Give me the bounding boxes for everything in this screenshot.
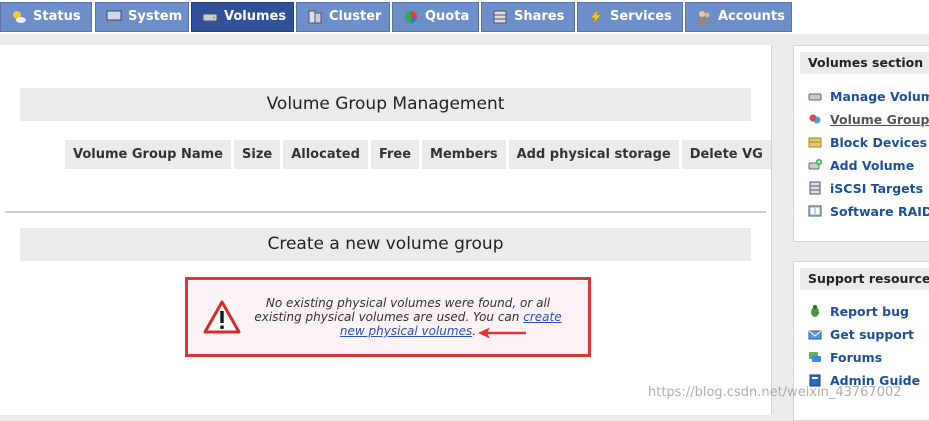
column-header-size: Size bbox=[234, 140, 281, 169]
pie-chart-icon bbox=[403, 9, 419, 25]
tab-volumes[interactable]: Volumes bbox=[191, 2, 294, 32]
tab-shares[interactable]: Shares bbox=[481, 2, 575, 32]
volumes-section-title: Volumes section bbox=[800, 52, 929, 74]
iscsi-icon bbox=[808, 181, 822, 195]
column-header-allocated: Allocated bbox=[283, 140, 368, 169]
sidebar-item-software-raid[interactable]: Software RAID bbox=[808, 202, 929, 220]
monitor-icon bbox=[106, 9, 122, 25]
tab-label: Volumes bbox=[224, 9, 287, 24]
servers-icon bbox=[307, 9, 323, 25]
sidebar-item-label: Add Volume bbox=[830, 157, 915, 173]
sidebar-item-volume-groups[interactable]: Volume Groups bbox=[808, 110, 929, 128]
section-divider bbox=[5, 211, 766, 213]
column-header-members: Members bbox=[422, 140, 506, 169]
column-header-vg-name: Volume Group Name bbox=[65, 140, 231, 169]
sidebar-item-label: Software RAID bbox=[830, 203, 929, 219]
column-header-free: Free bbox=[370, 140, 420, 169]
tab-cluster[interactable]: Cluster bbox=[296, 2, 390, 32]
sidebar-item-label: Block Devices bbox=[830, 134, 928, 150]
watermark-text: https://blog.csdn.net/weixin_43767002 bbox=[648, 385, 902, 400]
create-vg-header: Create a new volume group bbox=[20, 228, 751, 261]
sidebar-item-iscsi-targets[interactable]: iSCSI Targets bbox=[808, 179, 923, 197]
block-device-icon bbox=[808, 135, 822, 149]
sidebar-item-report-bug[interactable]: Report bug bbox=[808, 302, 909, 320]
warning-body: No existing physical volumes were found,… bbox=[254, 296, 551, 324]
tab-label: Accounts bbox=[718, 9, 785, 24]
support-icon bbox=[808, 327, 822, 341]
sidebar-item-manage-volumes[interactable]: Manage Volumes bbox=[808, 87, 929, 105]
raid-icon bbox=[808, 204, 822, 218]
tab-label: Cluster bbox=[329, 9, 382, 24]
lightning-icon bbox=[588, 9, 604, 25]
warning-icon bbox=[203, 300, 241, 334]
tab-quota[interactable]: Quota bbox=[392, 2, 479, 32]
support-resources-title: Support resources bbox=[800, 268, 929, 290]
volume-group-table: Volume Group Name Size Allocated Free Me… bbox=[65, 140, 771, 169]
add-volume-icon bbox=[808, 158, 822, 172]
drive-icon bbox=[808, 89, 822, 103]
volumes-section-panel: Volumes section Manage Volumes Volume Gr… bbox=[793, 45, 929, 242]
main-panel: Volume Group Management Volume Group Nam… bbox=[0, 45, 772, 415]
tab-label: Services bbox=[610, 9, 672, 24]
tab-label: System bbox=[128, 9, 183, 24]
annotation-arrow-icon bbox=[478, 327, 526, 339]
bug-icon bbox=[808, 304, 822, 318]
users-icon bbox=[696, 9, 712, 25]
drive-icon bbox=[202, 9, 218, 25]
cabinet-icon bbox=[492, 9, 508, 25]
sidebar-item-add-volume[interactable]: Add Volume bbox=[808, 156, 914, 174]
sidebar-item-label: Volume Groups bbox=[830, 111, 929, 127]
sidebar-item-label: Manage Volumes bbox=[830, 88, 929, 104]
sidebar-item-label: Forums bbox=[830, 349, 883, 365]
forum-icon bbox=[808, 350, 822, 364]
tab-status[interactable]: Status bbox=[0, 2, 92, 32]
top-nav-bar: Status System Volumes Cluster Quota Shar… bbox=[0, 0, 929, 34]
sidebar-item-label: iSCSI Targets bbox=[830, 180, 924, 196]
column-header-add-storage: Add physical storage bbox=[508, 140, 679, 169]
warning-message: No existing physical volumes were found,… bbox=[185, 277, 591, 357]
sidebar-item-label: Report bug bbox=[830, 303, 909, 319]
sidebar-item-label: Get support bbox=[830, 326, 915, 342]
volume-group-icon bbox=[808, 112, 822, 126]
sidebar-item-block-devices[interactable]: Block Devices bbox=[808, 133, 927, 151]
tab-label: Shares bbox=[514, 9, 565, 24]
sidebar-item-forums[interactable]: Forums bbox=[808, 348, 882, 366]
tab-system[interactable]: System bbox=[95, 2, 189, 32]
tab-services[interactable]: Services bbox=[577, 2, 683, 32]
column-header-delete-vg: Delete VG bbox=[681, 140, 771, 169]
tab-accounts[interactable]: Accounts bbox=[685, 2, 792, 32]
tab-label: Status bbox=[33, 9, 81, 24]
sidebar-item-get-support[interactable]: Get support bbox=[808, 325, 914, 343]
sun-cloud-icon bbox=[11, 9, 27, 25]
tab-label: Quota bbox=[425, 9, 470, 24]
vg-management-header: Volume Group Management bbox=[20, 88, 751, 121]
